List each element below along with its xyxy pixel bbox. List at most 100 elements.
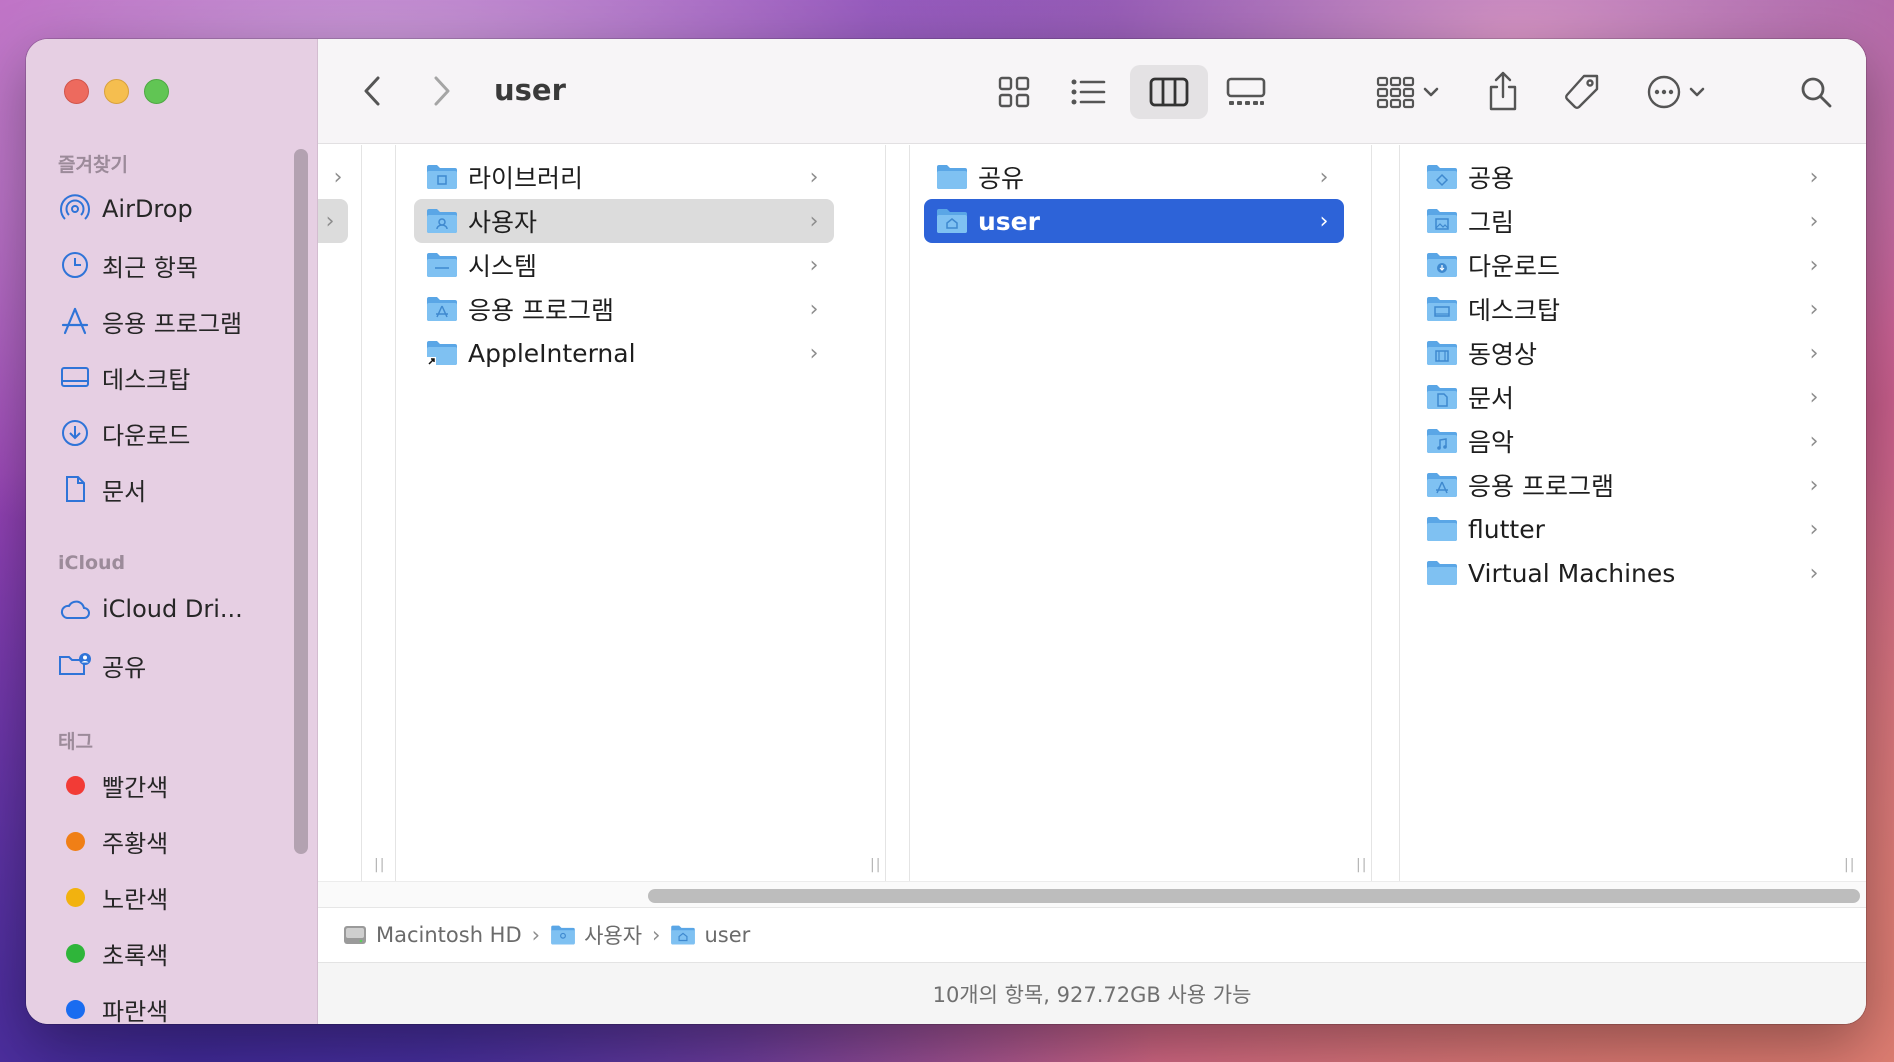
sidebar-tag-red[interactable]: 빨간색 (58, 765, 308, 805)
more-actions-button[interactable] (1636, 67, 1716, 117)
chevron-right-icon: › (1809, 208, 1819, 234)
downloads-folder-icon (1427, 253, 1457, 277)
share-button[interactable] (1478, 63, 1528, 119)
path-segment-label: user (704, 923, 751, 947)
sidebar-section-tags: 태그 (58, 731, 93, 753)
download-icon (58, 416, 92, 450)
path-segment-disk[interactable]: Macintosh HD (342, 922, 522, 948)
list-item[interactable]: 다운로드 › (1414, 243, 1834, 287)
applications-icon (58, 304, 92, 338)
sidebar-item-label: AirDrop (102, 195, 193, 223)
zoom-button[interactable] (144, 79, 169, 104)
group-grid-icon (1376, 76, 1415, 109)
column-users: 공유 › user › || (910, 145, 1372, 881)
sidebar-tag-blue[interactable]: 파란색 (58, 989, 308, 1024)
list-item[interactable]: 음악 › (1414, 419, 1834, 463)
list-item[interactable]: Virtual Machines › (1414, 551, 1834, 595)
sidebar-item-icloud-drive[interactable]: iCloud Dri... (58, 589, 308, 629)
path-bar: Macintosh HD › 사용자 › user (318, 907, 1866, 962)
list-item[interactable]: › (318, 199, 348, 243)
applications-folder-icon (427, 297, 457, 321)
back-button[interactable] (354, 71, 390, 111)
sidebar-item-airdrop[interactable]: AirDrop (58, 189, 308, 229)
list-item[interactable]: 공용 › (1414, 155, 1834, 199)
music-folder-icon (1427, 429, 1457, 453)
list-item[interactable]: 그림 › (1414, 199, 1834, 243)
desktop-folder-icon (1427, 297, 1457, 321)
list-item[interactable]: 응용 프로그램 › (1414, 463, 1834, 507)
hard-disk-icon (344, 926, 366, 944)
list-item[interactable]: flutter › (1414, 507, 1834, 551)
list-item[interactable]: › (318, 155, 358, 199)
close-button[interactable] (64, 79, 89, 104)
tag-color-dot (66, 831, 85, 851)
tag-color-dot (66, 775, 85, 795)
list-view-button[interactable] (1062, 67, 1114, 117)
horizontal-scrollbar[interactable] (318, 881, 1866, 907)
column-stub: › › || (318, 145, 384, 881)
sidebar-item-documents[interactable]: 문서 (58, 469, 308, 509)
chevron-right-icon: › (809, 340, 819, 366)
folder-icon (1427, 517, 1457, 541)
sidebar-scrollbar[interactable] (294, 149, 308, 854)
sidebar-item-recents[interactable]: 최근 항목 (58, 245, 308, 285)
path-segment-users[interactable]: 사용자 (550, 920, 642, 950)
window-title: user (494, 73, 566, 107)
list-item[interactable]: 사용자 › (414, 199, 834, 243)
status-bar: 10개의 항목, 927.72GB 사용 가능 (318, 962, 1866, 1024)
sidebar-item-downloads[interactable]: 다운로드 (58, 413, 308, 453)
column-resize-handle[interactable]: || (1356, 857, 1367, 873)
sidebar-tag-orange[interactable]: 주황색 (58, 821, 308, 861)
gallery-view-button[interactable] (1218, 67, 1274, 117)
chevron-right-icon: › (1809, 516, 1819, 542)
share-icon (1489, 71, 1517, 111)
item-name: user (978, 206, 1040, 236)
users-folder-icon (427, 209, 457, 233)
list-item[interactable]: AppleInternal › (414, 331, 834, 375)
chevron-right-icon: › (325, 208, 335, 234)
column-resize-handle[interactable]: || (870, 857, 881, 873)
item-name: flutter (1468, 514, 1545, 544)
minimize-button[interactable] (104, 79, 129, 104)
pictures-folder-icon (1427, 209, 1457, 233)
sidebar-item-shared[interactable]: 공유 (58, 645, 308, 685)
item-name: 음악 (1468, 428, 1515, 457)
home-folder-icon (937, 209, 967, 233)
column-view-button[interactable] (1130, 65, 1208, 119)
column-gap (362, 145, 396, 881)
search-button[interactable] (1792, 67, 1840, 117)
movies-folder-icon (1427, 341, 1457, 365)
chevron-right-icon: › (1809, 384, 1819, 410)
chevron-right-icon: › (1809, 164, 1819, 190)
chevron-right-icon: › (1319, 164, 1329, 190)
scrollbar-thumb[interactable] (648, 889, 1860, 903)
column-resize-handle[interactable]: || (1844, 857, 1855, 873)
sidebar-item-label: 최근 항목 (102, 253, 198, 282)
list-item[interactable]: 응용 프로그램 › (414, 287, 834, 331)
path-segment-user[interactable]: user (670, 923, 750, 947)
list-item[interactable]: 문서 › (1414, 375, 1834, 419)
list-item[interactable]: user › (924, 199, 1344, 243)
path-segment-label: Macintosh HD (376, 923, 522, 947)
list-item[interactable]: 데스크탑 › (1414, 287, 1834, 331)
list-item[interactable]: 시스템 › (414, 243, 834, 287)
path-segment-label: 사용자 (584, 924, 643, 948)
item-name: 데스크탑 (1468, 296, 1561, 325)
forward-button[interactable] (424, 71, 460, 111)
list-item[interactable]: 동영상 › (1414, 331, 1834, 375)
tag-button[interactable] (1556, 65, 1608, 119)
ellipsis-circle-icon (1647, 75, 1681, 109)
list-item[interactable]: 공유 › (924, 155, 1344, 199)
documents-folder-icon (1427, 385, 1457, 409)
chevron-down-icon (1423, 87, 1439, 97)
group-button[interactable] (1368, 67, 1448, 117)
sidebar-item-applications[interactable]: 응용 프로그램 (58, 301, 308, 341)
chevron-right-icon: › (1809, 296, 1819, 322)
icon-view-button[interactable] (988, 67, 1040, 117)
sidebar-tag-yellow[interactable]: 노란색 (58, 877, 308, 917)
list-item[interactable]: 라이브러리 › (414, 155, 834, 199)
sidebar-tag-green[interactable]: 초록색 (58, 933, 308, 973)
finder-main: user › › || 라이브러리 › 사용자 › 시스템 › 응용 프로그램 … (318, 39, 1866, 1024)
sidebar-item-desktop[interactable]: 데스크탑 (58, 357, 308, 397)
item-name: 응용 프로그램 (1468, 472, 1614, 501)
